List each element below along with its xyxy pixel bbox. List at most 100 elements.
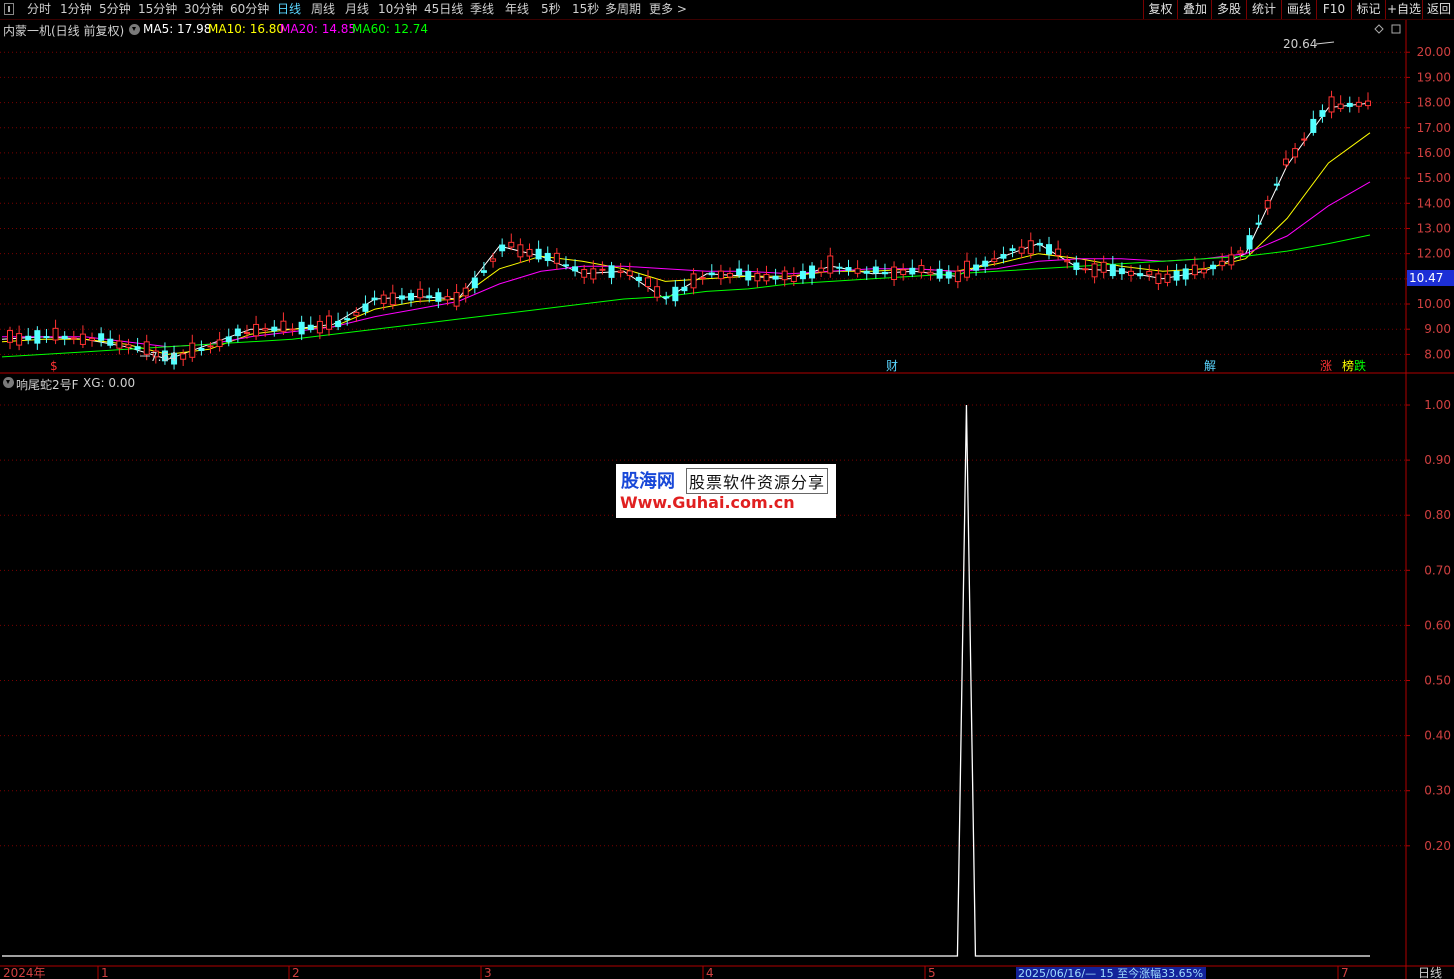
candle-body (909, 267, 916, 275)
candle-body (827, 255, 834, 274)
candle-body (1355, 101, 1362, 107)
candle-body (462, 287, 469, 297)
y-tick-label: 16.00 (1417, 146, 1451, 160)
square-icon[interactable] (1391, 24, 1401, 34)
candle-body (590, 268, 597, 280)
period-tab-2[interactable]: 5分钟 (99, 0, 131, 19)
event-marker-4[interactable]: 榜 (1342, 358, 1354, 373)
watermark-slogan: 股票软件资源分享 (686, 468, 829, 494)
period-tab-14[interactable]: 15秒 (572, 0, 599, 19)
year-label: 2024年 (3, 966, 46, 979)
candle-body (736, 268, 743, 276)
y-tick-label: 0.20 (1424, 839, 1451, 853)
period-tab-4[interactable]: 30分钟 (184, 0, 223, 19)
candle-body (1264, 200, 1271, 209)
candle-body (681, 286, 688, 292)
candle-body (180, 353, 187, 360)
candle-body (453, 292, 460, 307)
candle-body (1118, 268, 1125, 275)
toolbar-button-7[interactable]: +自选 (1385, 0, 1422, 19)
toolbar-button-4[interactable]: 画线 (1281, 0, 1316, 19)
event-marker-1[interactable]: 财 (886, 359, 898, 373)
period-tab-5[interactable]: 60分钟 (230, 0, 269, 19)
y-tick-label: 0.90 (1424, 453, 1451, 467)
candle-body (836, 266, 843, 269)
y-tick-label: 12.00 (1417, 247, 1451, 261)
event-marker-0[interactable]: $ (50, 359, 58, 373)
candle-body (508, 241, 515, 248)
toolbar-button-3[interactable]: 统计 (1246, 0, 1281, 19)
period-tab-7[interactable]: 周线 (311, 0, 335, 19)
y-tick-label: 0.40 (1424, 729, 1451, 743)
period-tab-6[interactable]: 日线 (277, 0, 301, 19)
candle-body (325, 315, 332, 330)
candle-body (517, 244, 524, 258)
toolbar-button-2[interactable]: 多股 (1211, 0, 1246, 19)
candle-body (1365, 100, 1371, 107)
period-tab-9[interactable]: 10分钟 (378, 0, 417, 19)
candle-body (617, 270, 624, 273)
candle-body (1237, 250, 1244, 254)
period-tab-15[interactable]: 多周期 (605, 0, 641, 19)
period-tab-0[interactable]: 分时 (27, 0, 51, 19)
event-marker-3[interactable]: 涨 (1320, 358, 1332, 373)
period-tab-3[interactable]: 15分钟 (138, 0, 177, 19)
candle-body (654, 286, 661, 298)
candle-body (298, 321, 305, 335)
y-tick-label: 1.00 (1424, 398, 1451, 412)
candle-body (335, 320, 342, 328)
candle-body (991, 258, 998, 263)
candle-body (107, 338, 114, 346)
period-tab-16[interactable]: 更多 > (649, 0, 687, 19)
period-tab-13[interactable]: 5秒 (541, 0, 561, 19)
ma-series-0 (1, 102, 1371, 360)
candle-body (1082, 268, 1089, 271)
period-tab-11[interactable]: 季线 (470, 0, 494, 19)
period-tab-8[interactable]: 月线 (345, 0, 369, 19)
chevron-down-icon[interactable] (3, 377, 14, 388)
candle-body (225, 336, 232, 343)
candle-body (1273, 183, 1280, 186)
candle-body (262, 327, 269, 331)
toolbar-button-8[interactable]: 返回 (1422, 0, 1454, 19)
panel-toggle-icon[interactable] (4, 3, 14, 15)
candle-body (553, 252, 560, 264)
candle-body (43, 336, 50, 339)
candle-body (891, 266, 898, 280)
price-chart[interactable]: 8.009.0010.0011.0012.0013.0014.0015.0016… (0, 20, 1454, 374)
low-price-label: 7.64 (150, 350, 177, 364)
toolbar-button-0[interactable]: 复权 (1143, 0, 1177, 19)
period-tab-12[interactable]: 年线 (505, 0, 529, 19)
diamond-icon[interactable] (1374, 24, 1384, 34)
candle-body (417, 288, 424, 299)
candle-body (1337, 103, 1344, 110)
candle-body (845, 267, 852, 271)
candle-body (663, 296, 670, 299)
current-price-label: 10.47 (1409, 271, 1443, 285)
event-marker-5[interactable]: 跌 (1354, 358, 1366, 373)
candle-body (572, 266, 579, 272)
period-tab-1[interactable]: 1分钟 (60, 0, 92, 19)
toolbar-button-1[interactable]: 叠加 (1177, 0, 1212, 19)
candle-body (1018, 246, 1025, 254)
toolbar-button-6[interactable]: 标记 (1351, 0, 1385, 19)
candle-body (1328, 96, 1335, 113)
candle-body (599, 268, 606, 271)
period-tab-10[interactable]: 45日线 (424, 0, 463, 19)
candle-body (717, 270, 724, 280)
candle-body (1146, 270, 1153, 276)
high-arrow (1315, 41, 1335, 45)
candle-body (945, 271, 952, 279)
candle-body (927, 271, 934, 275)
candle-body (389, 292, 396, 306)
candle-body (216, 339, 223, 348)
candle-body (781, 270, 788, 281)
candle-body (526, 248, 533, 257)
candle-body (754, 272, 761, 282)
candle-body (1282, 158, 1289, 166)
toolbar-button-5[interactable]: F10 (1316, 0, 1351, 19)
candle-body (1310, 118, 1317, 133)
event-marker-2[interactable]: 解 (1204, 359, 1216, 373)
indicator-value: XG: 0.00 (83, 376, 136, 390)
candle-body (727, 272, 734, 278)
